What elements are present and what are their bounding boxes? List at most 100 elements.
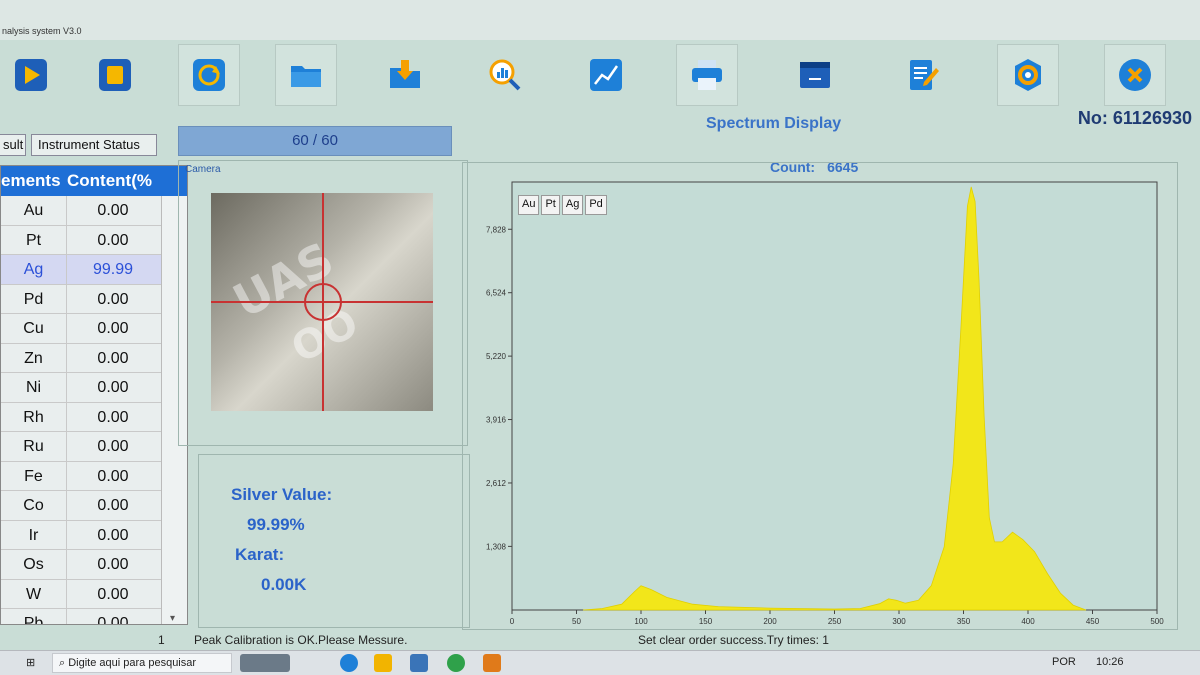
window-button[interactable]: [784, 44, 846, 106]
plot-area: [511, 181, 1158, 611]
legend-pd-button[interactable]: Pd: [585, 195, 607, 215]
search-placeholder: Digite aqui para pesquisar: [68, 657, 197, 669]
silver-value: 99.99%: [247, 515, 305, 534]
y-tick-label: 6,524: [486, 289, 507, 298]
mail-icon[interactable]: [410, 654, 428, 672]
legend-au-button[interactable]: Au: [518, 195, 540, 215]
language-indicator[interactable]: POR: [1052, 656, 1076, 668]
legend-ag-button[interactable]: Ag: [561, 195, 584, 215]
element-row-pt[interactable]: Pt 0.00: [1, 225, 187, 255]
x-tick-label: 450: [1086, 617, 1100, 626]
chrome-icon[interactable]: [447, 654, 465, 672]
element-row-zn[interactable]: Zn 0.00: [1, 343, 187, 373]
element-row-fe[interactable]: Fe 0.00: [1, 461, 187, 491]
sample-number: No: 61126930: [1077, 108, 1192, 128]
element-row-pb[interactable]: Pb 0.00: [1, 609, 187, 624]
x-tick-label: 400: [1021, 617, 1035, 626]
element-name: Co: [1, 491, 67, 520]
element-value: 0.00: [97, 585, 129, 603]
taskbar-thumbnail[interactable]: [240, 654, 290, 672]
element-value: 0.00: [97, 202, 129, 219]
stop-icon: [99, 59, 131, 91]
element-row-co[interactable]: Co 0.00: [1, 491, 187, 521]
window-title: nalysis system V3.0: [2, 26, 82, 36]
crosshair-circle: [304, 283, 342, 321]
clock[interactable]: 10:26: [1096, 656, 1124, 668]
windows-start-icon[interactable]: ⊞: [26, 656, 35, 669]
printer-icon: [692, 60, 722, 90]
search-analysis-button[interactable]: [474, 44, 536, 106]
title-bar: nalysis system V3.0: [0, 0, 1200, 40]
elements-table-header: ements Content(%: [1, 166, 187, 196]
line-chart-icon: [590, 59, 622, 91]
close-icon: [1119, 59, 1151, 91]
download-folder-icon: [390, 60, 420, 88]
status-message-right: Set clear order success.Try times: 1: [638, 633, 829, 647]
legend-pt-button[interactable]: Pt: [541, 195, 560, 215]
element-row-ag[interactable]: Ag 99.99: [1, 255, 187, 285]
element-name: Pd: [1, 284, 67, 313]
element-value: 0.00: [97, 526, 129, 544]
element-name: Ni: [1, 373, 67, 402]
element-value: 0.00: [97, 497, 129, 514]
element-row-rh[interactable]: Rh 0.00: [1, 402, 187, 432]
y-tick-label: 7,828: [486, 225, 507, 234]
refresh-button[interactable]: [178, 44, 240, 106]
report-button[interactable]: [892, 44, 954, 106]
element-value: 0.00: [97, 467, 129, 485]
close-button[interactable]: [1104, 44, 1166, 106]
folder-icon: [291, 66, 321, 87]
open-folder-button[interactable]: [275, 44, 337, 106]
element-row-ni[interactable]: Ni 0.00: [1, 373, 187, 403]
camera-view: UAS OO: [211, 193, 433, 411]
tab-result[interactable]: sult: [0, 134, 26, 156]
element-name: Cu: [1, 314, 67, 343]
y-tick-label: 1,308: [486, 542, 507, 551]
element-legend: Au Pt Ag Pd: [518, 195, 609, 215]
silver-value-label: Silver Value:: [231, 485, 333, 504]
element-row-ru[interactable]: Ru 0.00: [1, 432, 187, 462]
measurement-progress: 60 / 60: [178, 126, 452, 156]
elements-table: ements Content(% Au 0.00 Pt 0.00 Ag 99.99 P…: [0, 165, 188, 625]
settings-button[interactable]: [997, 44, 1059, 106]
result-panel: Silver Value: 99.99% Karat: 0.00K: [198, 454, 470, 628]
taskbar: ⊞ ⌕ Digite aqui para pesquisar POR 10:26: [0, 650, 1200, 675]
element-name: Pb: [1, 609, 67, 624]
element-row-ir[interactable]: Ir 0.00: [1, 520, 187, 550]
element-name: Zn: [1, 343, 67, 372]
element-row-os[interactable]: Os 0.00: [1, 550, 187, 580]
print-button[interactable]: [676, 44, 738, 106]
element-row-pd[interactable]: Pd 0.00: [1, 284, 187, 314]
chevron-down-icon[interactable]: ▾: [170, 613, 175, 624]
element-row-w[interactable]: W 0.00: [1, 579, 187, 609]
element-row-au[interactable]: Au 0.00: [1, 196, 187, 226]
element-value: 0.00: [97, 320, 129, 337]
x-tick-label: 50: [572, 617, 581, 626]
xray-app-icon[interactable]: [483, 654, 501, 672]
y-tick-label: 2,612: [486, 479, 507, 488]
element-name: Os: [1, 550, 67, 579]
edge-icon[interactable]: [340, 654, 358, 672]
spectrum-chart: 1,308 2,612 3,916 5,220 6,524 7,828 0 50 100 150 2…: [486, 181, 1164, 626]
element-name: Ag: [1, 255, 67, 284]
y-tick-label: 5,220: [486, 352, 507, 361]
x-tick-label: 500: [1150, 617, 1164, 626]
file-explorer-icon[interactable]: [374, 654, 392, 672]
taskbar-search[interactable]: ⌕ Digite aqui para pesquisar: [52, 653, 232, 673]
tab-instrument-status[interactable]: Instrument Status: [31, 134, 157, 156]
x-tick-label: 300: [892, 617, 906, 626]
element-value: 0.00: [97, 231, 129, 249]
toolbar: [0, 40, 1200, 112]
play-button[interactable]: [0, 44, 62, 106]
element-row-cu[interactable]: Cu 0.00: [1, 314, 187, 344]
search-chart-icon: [489, 59, 521, 91]
element-name: Pt: [1, 225, 67, 254]
element-value: 0.00: [97, 379, 129, 396]
element-value: 0.00: [97, 438, 129, 455]
import-button[interactable]: [374, 44, 436, 106]
curve-button[interactable]: [575, 44, 637, 106]
stop-button[interactable]: [84, 44, 146, 106]
x-tick-label: 350: [957, 617, 971, 626]
search-icon: ⌕: [59, 657, 66, 669]
element-name: Rh: [1, 402, 67, 431]
